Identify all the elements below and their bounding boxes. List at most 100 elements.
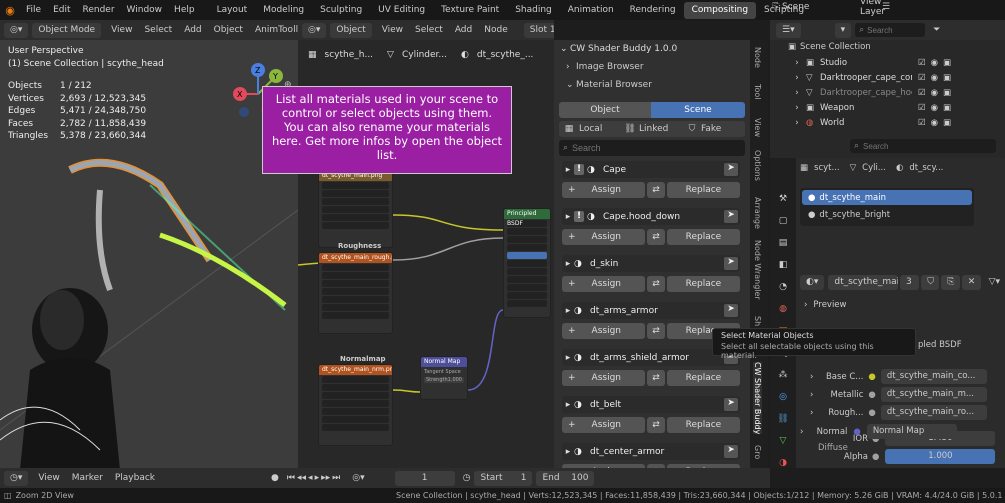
- normal-map-node[interactable]: Normal Map Tangent Space Strength 1.000: [420, 356, 468, 400]
- triangle-icon[interactable]: ▸: [562, 212, 574, 222]
- menu-window[interactable]: Window: [121, 5, 169, 15]
- filter-linked[interactable]: Linked: [639, 124, 683, 134]
- outliner-root[interactable]: Scene Collection: [800, 42, 871, 52]
- assign-button[interactable]: + Assign: [562, 182, 646, 198]
- socket-icon[interactable]: ●: [868, 408, 875, 418]
- eye-icon[interactable]: ◉: [931, 58, 938, 68]
- viewport-menu-view[interactable]: View: [105, 25, 138, 35]
- material-browse-dropdown[interactable]: ◐▾: [800, 274, 825, 290]
- swap-icon[interactable]: ⇄: [647, 229, 665, 245]
- tab-compositing[interactable]: Compositing: [683, 1, 757, 19]
- material-name[interactable]: dt_belt: [590, 400, 724, 410]
- play-reverse-icon[interactable]: ◂: [308, 473, 313, 483]
- chevron-right-icon[interactable]: ›: [788, 103, 806, 113]
- chevron-right-icon[interactable]: ›: [788, 88, 806, 98]
- checkbox-icon[interactable]: ☑: [918, 58, 926, 68]
- viewport-menu-select[interactable]: Select: [138, 25, 178, 35]
- prev-key-icon[interactable]: ◂◂: [297, 473, 306, 483]
- checkbox-icon[interactable]: ☑: [918, 118, 926, 128]
- chevron-down-icon[interactable]: ⌄: [566, 80, 576, 90]
- chevron-right-icon[interactable]: ›: [800, 427, 803, 437]
- material-name[interactable]: dt_center_armor: [590, 447, 724, 457]
- assign-button[interactable]: + Assign: [562, 229, 646, 245]
- filter-local[interactable]: Local: [579, 124, 621, 134]
- chevron-right-icon[interactable]: ›: [788, 73, 806, 83]
- material-name[interactable]: dt_arms_shield_armor: [590, 353, 724, 363]
- chevron-down-icon[interactable]: ⌄: [560, 44, 570, 54]
- output-icon[interactable]: ▤: [770, 232, 796, 254]
- input-link-field[interactable]: dt_scythe_main_m...: [880, 387, 987, 402]
- material-icon[interactable]: ◑: [770, 452, 796, 474]
- tab-sculpting[interactable]: Sculpting: [312, 5, 370, 15]
- replace-button[interactable]: Replace: [666, 417, 740, 433]
- select-objects-cursor-icon[interactable]: ➤: [724, 163, 738, 176]
- menu-edit[interactable]: Edit: [47, 5, 76, 15]
- camera-icon[interactable]: ▣: [943, 73, 951, 83]
- current-frame[interactable]: 1: [394, 470, 455, 486]
- duplicate-icon[interactable]: ⎘: [941, 274, 960, 290]
- chevron-right-icon[interactable]: ›: [810, 408, 813, 418]
- chevron-right-icon[interactable]: ›: [566, 62, 576, 72]
- viewport-menu-object[interactable]: Object: [208, 25, 249, 35]
- select-objects-cursor-icon[interactable]: ➤: [724, 304, 738, 317]
- chevron-right-icon[interactable]: ›: [810, 390, 813, 400]
- jump-start-icon[interactable]: ⏮: [287, 473, 295, 483]
- select-objects-cursor-icon[interactable]: ➤: [724, 257, 738, 270]
- material-slot[interactable]: ● dt_scythe_bright: [802, 207, 972, 222]
- timeline-menu-view[interactable]: View: [32, 473, 65, 483]
- assign-button[interactable]: + Assign: [562, 370, 646, 386]
- replace-button[interactable]: Replace: [666, 276, 740, 292]
- strength-value[interactable]: 1.000: [448, 377, 462, 383]
- image-node-normal[interactable]: dt_scythe_main_nrm.png: [318, 364, 393, 446]
- material-slot-active[interactable]: ● dt_scythe_main: [802, 190, 972, 205]
- tab-shading[interactable]: Shading: [507, 5, 560, 15]
- assign-button[interactable]: + Assign: [562, 323, 646, 339]
- triangle-icon[interactable]: ▸: [562, 400, 574, 410]
- socket-icon[interactable]: ●: [868, 390, 875, 400]
- eye-icon[interactable]: ◉: [931, 73, 938, 83]
- swap-icon[interactable]: ⇄: [647, 182, 665, 198]
- editor-type-dropdown[interactable]: ◎▾: [4, 22, 29, 38]
- view-layer-name[interactable]: View Layer: [860, 0, 892, 17]
- image-node-color[interactable]: dt_scythe_main.png: [318, 170, 393, 248]
- camera-icon[interactable]: ▣: [943, 103, 951, 113]
- menu-file[interactable]: File: [20, 5, 47, 15]
- triangle-icon[interactable]: ▸: [562, 165, 574, 175]
- material-row[interactable]: ▸! ◑ Cape.hood_down ➤: [562, 208, 740, 225]
- assign-button[interactable]: + Assign: [562, 417, 646, 433]
- material-name[interactable]: dt_arms_armor: [590, 306, 724, 316]
- tab-scene[interactable]: Scene: [651, 102, 745, 118]
- viewport-3d[interactable]: ◎▾ Object Mode View Select Add Object AnimTo…: [0, 20, 298, 468]
- input-link-field[interactable]: dt_scythe_main_ro...: [880, 405, 987, 420]
- sidebar-tab-sh[interactable]: Sh: [753, 316, 762, 326]
- menu-render[interactable]: Render: [77, 5, 121, 15]
- outliner-search-input[interactable]: [867, 25, 918, 35]
- checkbox-icon[interactable]: ☑: [918, 88, 926, 98]
- alpha-field[interactable]: 1.000: [885, 449, 996, 464]
- select-objects-cursor-icon[interactable]: ➤: [724, 398, 738, 411]
- socket-icon[interactable]: ●: [853, 427, 860, 437]
- material-slot-list[interactable]: ● dt_scythe_main ● dt_scythe_bright: [800, 188, 974, 226]
- eye-icon[interactable]: ◉: [931, 88, 938, 98]
- sidebar-tab-arrange[interactable]: Arrange: [753, 197, 762, 229]
- chevron-right-icon[interactable]: ›: [810, 372, 813, 382]
- particles-icon[interactable]: ⁂: [770, 364, 796, 386]
- viewport-menu-animtooll[interactable]: AnimTooll: [249, 25, 298, 35]
- camera-icon[interactable]: ▣: [943, 88, 951, 98]
- world-icon[interactable]: ◍: [770, 298, 796, 320]
- sidebar-tab-options[interactable]: Options: [753, 150, 762, 181]
- material-search-input[interactable]: [572, 143, 733, 153]
- material-name[interactable]: d_skin: [590, 259, 724, 269]
- sidebar-tab-node-wrangler[interactable]: Node Wrangler: [753, 240, 762, 300]
- replace-button[interactable]: Replace: [666, 182, 740, 198]
- image-node-roughness[interactable]: dt_scythe_main_rough.png: [318, 252, 393, 334]
- tab-modeling[interactable]: Modeling: [255, 5, 312, 15]
- image-browser-section[interactable]: Image Browser: [576, 62, 644, 72]
- select-objects-cursor-icon[interactable]: ➤: [724, 445, 738, 458]
- end-frame-field[interactable]: End 100: [536, 470, 595, 486]
- triangle-icon[interactable]: ▸: [562, 306, 574, 316]
- assign-button[interactable]: + Assign: [562, 276, 646, 292]
- outliner-item[interactable]: › ▣ Weapon ☑ ◉ ▣: [788, 101, 1005, 115]
- tab-uv-editing[interactable]: UV Editing: [370, 5, 433, 15]
- timeline-menu-playback[interactable]: Playback: [109, 473, 161, 483]
